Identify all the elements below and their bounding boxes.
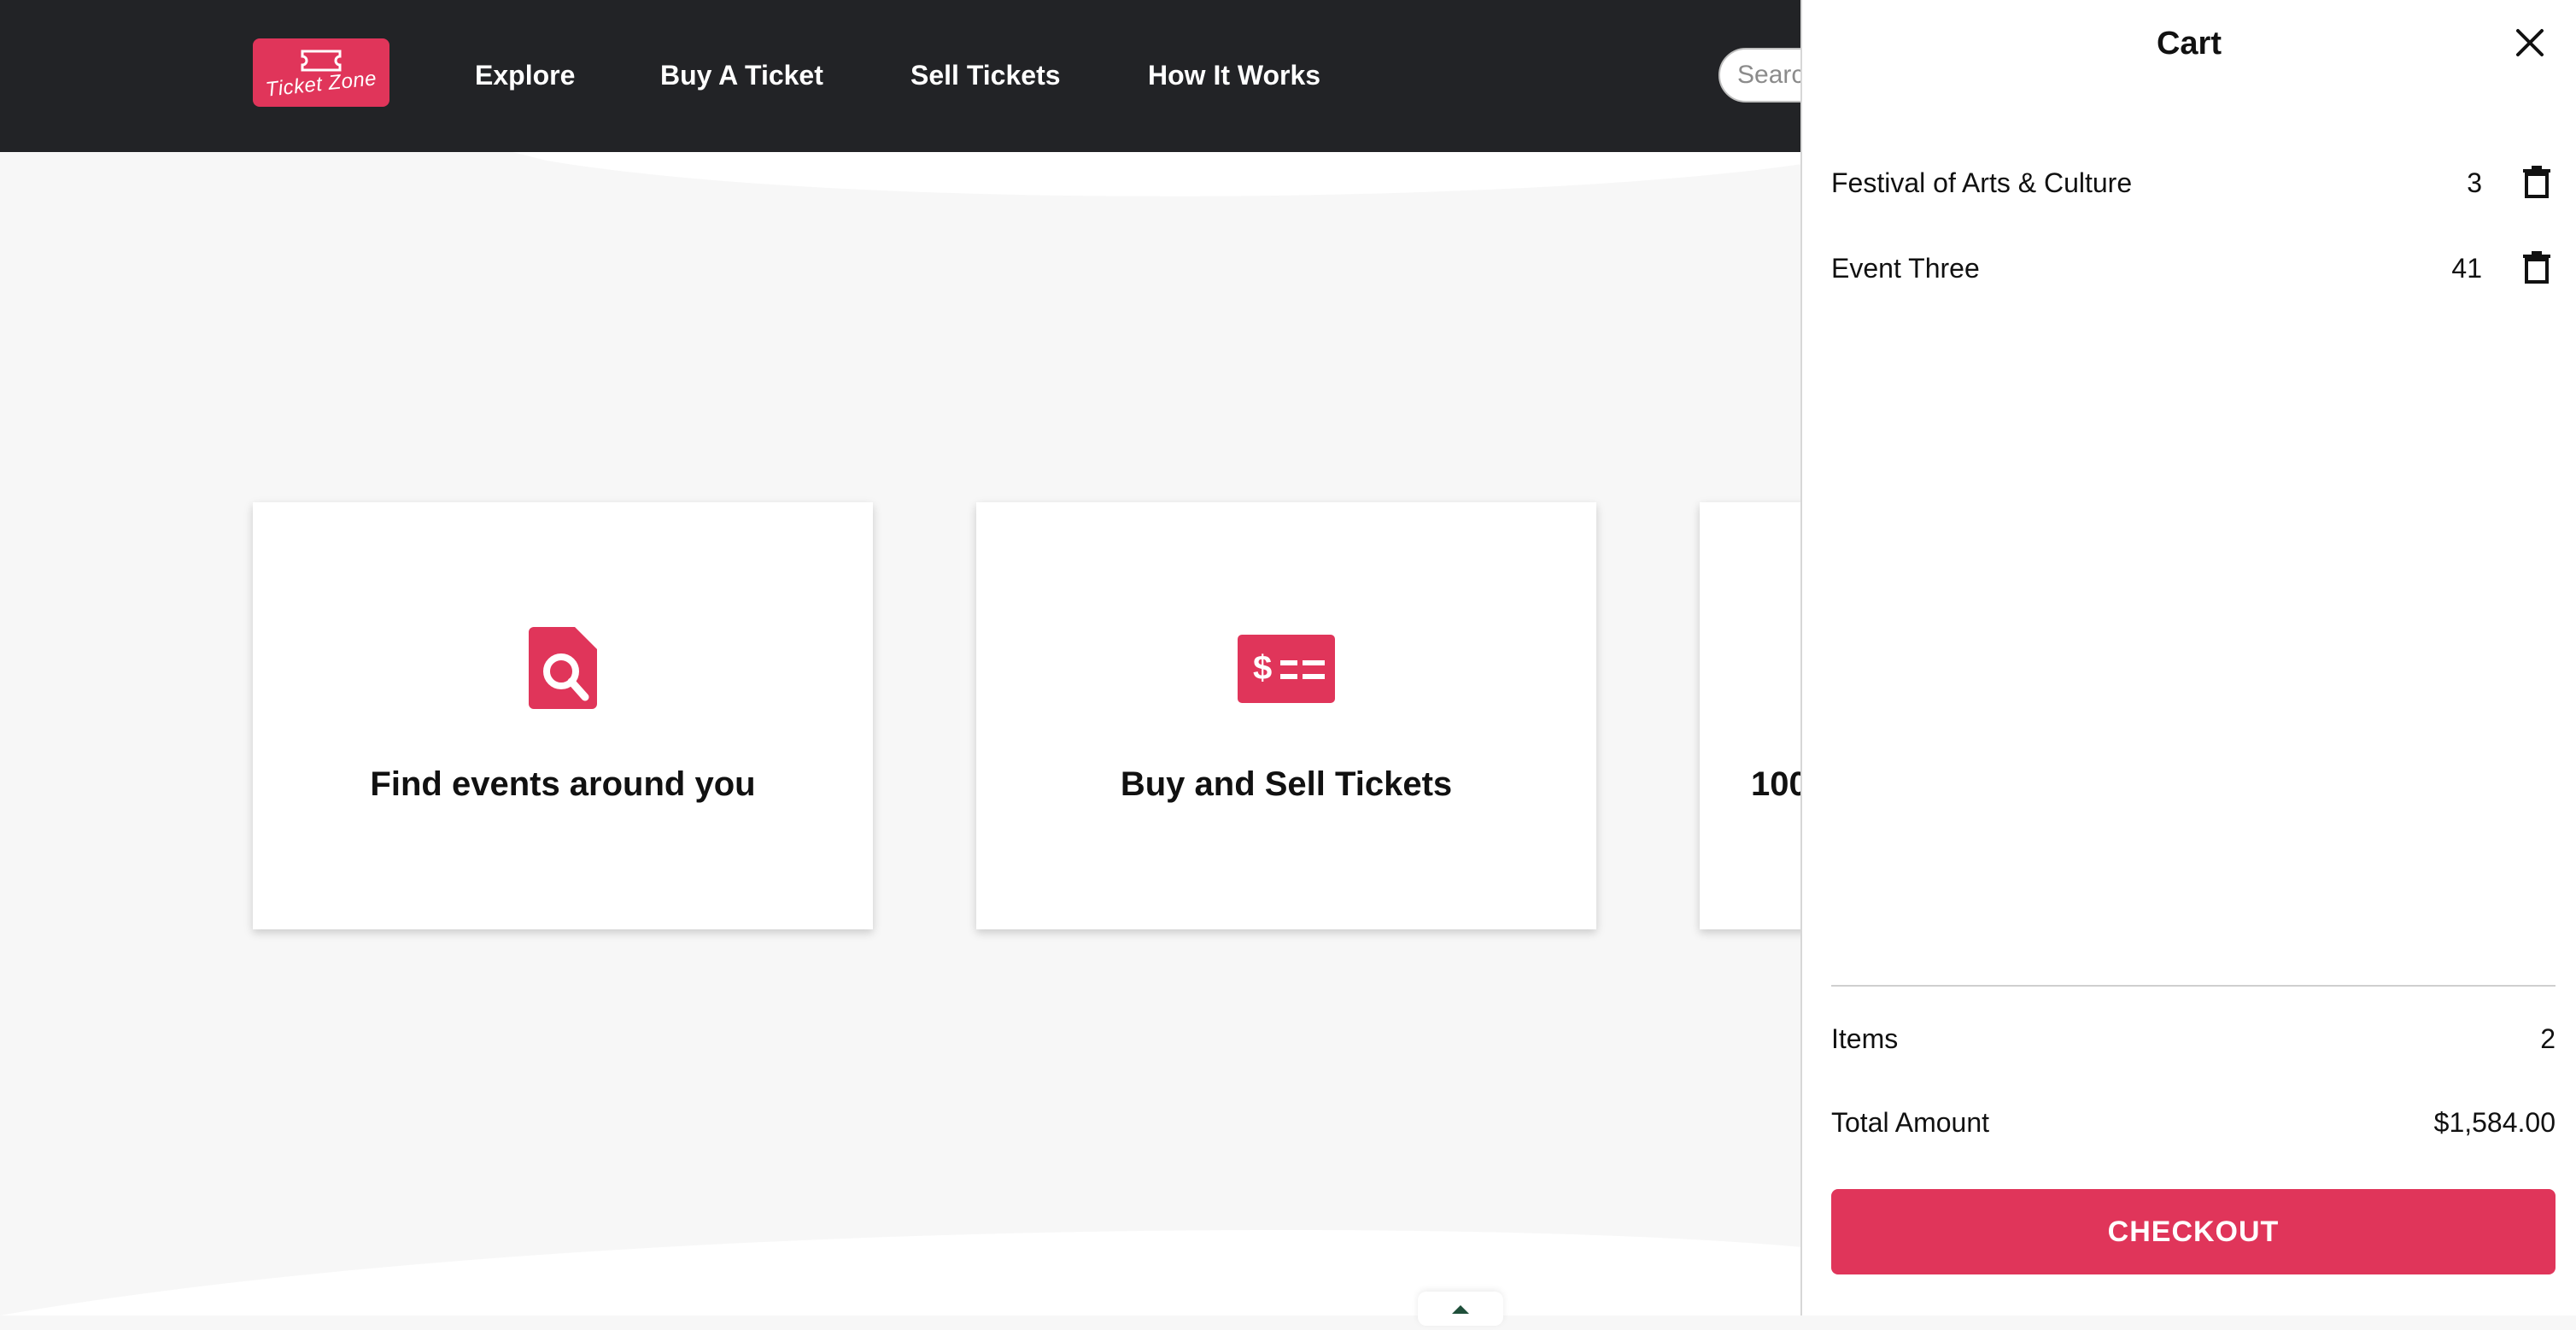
cart-item: Event Three 41 (1831, 243, 2559, 294)
card-title: Buy and Sell Tickets (1120, 765, 1453, 803)
total-amount: $1,584.00 (2433, 1107, 2556, 1138)
cart-title: Cart (2156, 26, 2222, 62)
nav-sell-tickets[interactable]: Sell Tickets (910, 60, 1061, 91)
top-navbar: Ticket Zone Explore Buy A Ticket Sell Ti… (0, 0, 1889, 152)
ticket-icon (301, 50, 342, 72)
total-label: Total Amount (1831, 1107, 1989, 1138)
hero-top-curve (0, 152, 1802, 196)
nav-buy-a-ticket[interactable]: Buy A Ticket (660, 60, 823, 91)
cart-drawer: Cart Festival of Arts & Culture 3 Event … (1800, 0, 2576, 1315)
cart-item-name: Event Three (1831, 253, 1980, 284)
items-label: Items (1831, 1023, 1899, 1054)
items-summary-row: Items 2 (1831, 1017, 2556, 1059)
cart-item-quantity: 41 (2451, 253, 2482, 284)
trash-icon[interactable] (2523, 166, 2550, 198)
checkout-button[interactable]: CHECKOUT (1831, 1189, 2556, 1274)
nav-explore[interactable]: Explore (475, 60, 575, 91)
close-icon[interactable] (2513, 26, 2547, 60)
chevron-up-icon (1452, 1305, 1469, 1314)
svg-text:$: $ (1253, 649, 1272, 687)
cart-item-quantity: 3 (2467, 167, 2482, 198)
card-title: Find events around you (370, 765, 756, 803)
money-check-icon: $ (1238, 635, 1335, 703)
feature-card-buy-sell: $ Buy and Sell Tickets (976, 502, 1596, 929)
ticket-zone-logo[interactable]: Ticket Zone (253, 38, 389, 107)
total-summary-row: Total Amount $1,584.00 (1831, 1100, 2556, 1143)
summary-divider (1831, 985, 2556, 987)
feature-card-find-events: Find events around you (253, 502, 873, 929)
items-count: 2 (2540, 1023, 2556, 1054)
scroll-up-button[interactable] (1418, 1292, 1503, 1326)
trash-icon[interactable] (2523, 251, 2550, 284)
nav-how-it-works[interactable]: How It Works (1148, 60, 1320, 91)
hero-bottom-curve (0, 1230, 1802, 1315)
search-document-icon (529, 627, 597, 709)
cart-item-name: Festival of Arts & Culture (1831, 167, 2133, 198)
cart-item: Festival of Arts & Culture 3 (1831, 157, 2559, 208)
